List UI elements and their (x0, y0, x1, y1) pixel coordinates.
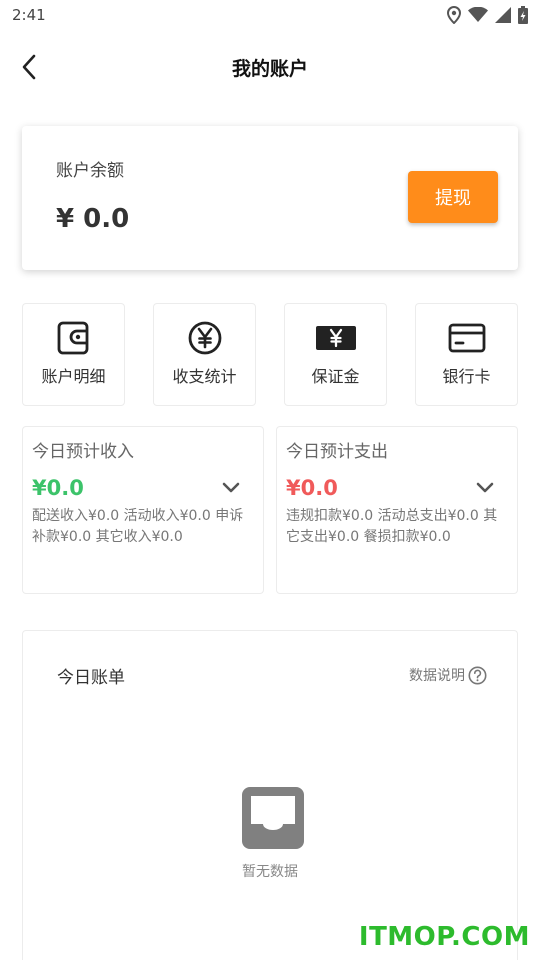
shortcut-label: 账户明细 (41, 367, 106, 386)
chevron-down-icon[interactable] (221, 481, 241, 495)
chevron-down-icon[interactable] (475, 481, 495, 495)
expense-forecast-card: 今日预计支出 ¥0.0 违规扣款¥0.0 活动总支出¥0.0 其它支出¥0.0 … (276, 426, 518, 594)
status-time: 2:41 (12, 6, 46, 24)
bill-title: 今日账单 (57, 668, 125, 688)
status-icons (447, 6, 528, 24)
shortcut-label: 保证金 (311, 367, 360, 386)
yen-banknote-icon (315, 326, 356, 350)
yen-circle-icon (188, 321, 221, 355)
question-circle-icon (468, 666, 487, 684)
balance-card: 账户余额 ¥ 0.0 提现 (22, 126, 518, 270)
bank-card-icon (448, 323, 485, 353)
empty-inbox-icon (242, 787, 304, 849)
balance-value: ¥ 0.0 (56, 204, 130, 234)
expense-forecast-title: 今日预计支出 (286, 442, 388, 462)
shortcut-label: 银行卡 (442, 367, 491, 386)
shortcut-account-details[interactable]: 账户明细 (22, 303, 125, 406)
battery-charging-icon (518, 6, 528, 24)
location-icon (447, 6, 461, 24)
data-explain-label: 数据说明 (409, 668, 465, 684)
shortcut-grid: 账户明细 收支统计 保证金 银行卡 (22, 303, 518, 406)
shortcut-label: 收支统计 (172, 367, 237, 386)
income-forecast-detail: 配送收入¥0.0 活动收入¥0.0 申诉补款¥0.0 其它收入¥0.0 (32, 508, 244, 545)
header: 我的账户 (0, 42, 540, 92)
withdraw-button[interactable]: 提现 (408, 171, 498, 223)
forecast-row: 今日预计收入 ¥0.0 配送收入¥0.0 活动收入¥0.0 申诉补款¥0.0 其… (22, 426, 518, 594)
today-bill-card: 今日账单 数据说明 暂无数据 (22, 630, 518, 960)
empty-state-text: 暂无数据 (242, 864, 298, 880)
watermark: ITMOP.COM (358, 922, 530, 952)
cellular-signal-icon (495, 7, 511, 23)
expense-forecast-detail: 违规扣款¥0.0 活动总支出¥0.0 其它支出¥0.0 餐损扣款¥0.0 (286, 508, 498, 545)
shortcut-income-expense-stats[interactable]: 收支统计 (153, 303, 256, 406)
status-bar: 2:41 (0, 0, 540, 30)
data-explain-link[interactable]: 数据说明 (409, 665, 487, 685)
page-title: 我的账户 (231, 58, 308, 80)
wifi-icon (468, 7, 488, 22)
wallet-icon (57, 321, 88, 355)
income-forecast-title: 今日预计收入 (32, 442, 134, 462)
balance-label: 账户余额 (56, 161, 124, 181)
income-forecast-card: 今日预计收入 ¥0.0 配送收入¥0.0 活动收入¥0.0 申诉补款¥0.0 其… (22, 426, 264, 594)
shortcut-bank-card[interactable]: 银行卡 (415, 303, 518, 406)
shortcut-deposit[interactable]: 保证金 (284, 303, 387, 406)
